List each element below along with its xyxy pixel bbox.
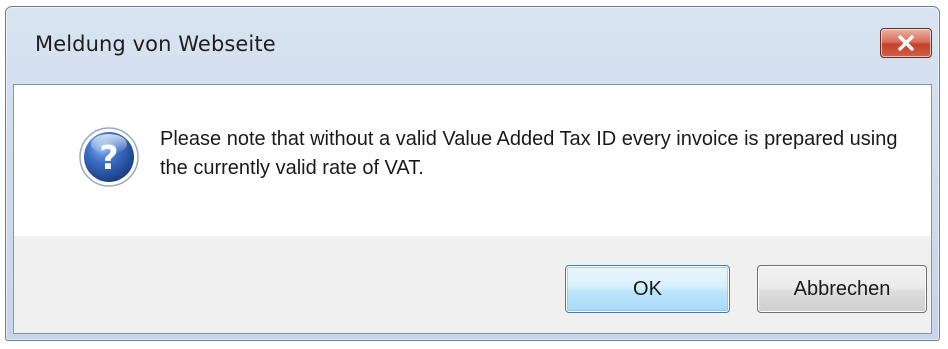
title-bar[interactable]: Meldung von Webseite — [6, 7, 939, 84]
dialog-message: Please note that without a valid Value A… — [160, 128, 898, 179]
question-icon: ? — [79, 127, 139, 187]
ok-button[interactable]: OK — [565, 265, 730, 313]
dialog-window: Meldung von Webseite ? Please note that … — [5, 6, 940, 341]
cancel-button[interactable]: Abbrechen — [757, 265, 927, 313]
dialog-client-area: ? Please note that without a valid Value… — [13, 84, 932, 334]
close-icon — [898, 35, 914, 51]
dialog-title: Meldung von Webseite — [35, 32, 276, 56]
svg-text:?: ? — [99, 138, 118, 177]
message-area: ? Please note that without a valid Value… — [14, 85, 931, 236]
close-button[interactable] — [880, 28, 932, 58]
